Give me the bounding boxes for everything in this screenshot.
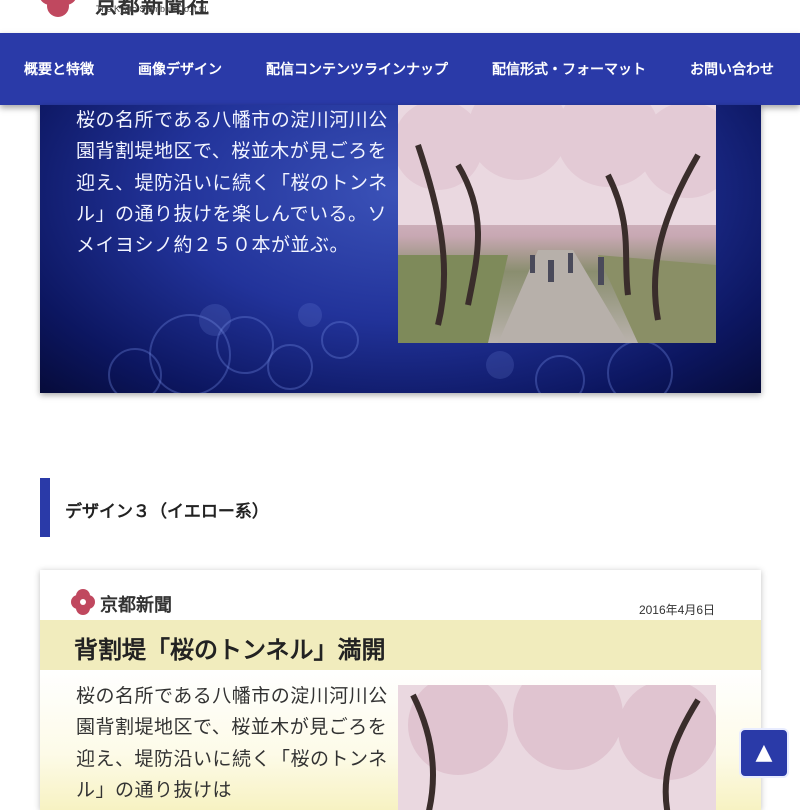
article-headline: 背割堤「桜のトンネル」満開 — [74, 636, 386, 664]
kyoto-shimbun-mark-icon — [71, 589, 95, 615]
brand-name: 京都新聞 — [100, 595, 172, 616]
back-to-top-button[interactable]: ▲ — [739, 728, 789, 778]
nav-item-image-design[interactable]: 画像デザイン — [138, 59, 222, 79]
logo-english: The Kyoto Shimbun Co.,Ltd. — [96, 4, 210, 14]
cherry-blossom-photo — [398, 685, 716, 810]
article-body-text: 桜の名所である八幡市の淀川河川公園背割堤地区で、桜並木が見ごろを迎え、堤防沿いに… — [76, 685, 388, 801]
kyoto-shimbun-logo-icon — [40, 0, 76, 17]
nav-item-format[interactable]: 配信形式・フォーマット — [492, 59, 646, 79]
site-header: 京都新聞社 The Kyoto Shimbun Co.,Ltd. — [0, 0, 800, 33]
cherry-blossom-photo — [398, 105, 716, 343]
nav-item-overview[interactable]: 概要と特徴 — [24, 59, 94, 79]
article-body-text: 桜の名所である八幡市の淀川河川公園背割堤地区で、桜並木が見ごろを迎え、堤防沿いに… — [76, 109, 388, 257]
main-nav: 概要と特徴 画像デザイン 配信コンテンツラインナップ 配信形式・フォーマット お… — [0, 33, 800, 105]
nav-item-contact[interactable]: お問い合わせ — [690, 59, 774, 79]
nav-item-content-lineup[interactable]: 配信コンテンツラインナップ — [266, 59, 448, 79]
article-date: 2016年4月6日 — [638, 603, 715, 617]
section-heading: デザイン３（イエロー系） — [65, 502, 269, 522]
design-preview-blue: 桜の名所である八幡市の淀川河川公園背割堤地区で、桜並木が見ごろを迎え、堤防沿いに… — [40, 105, 761, 393]
arrow-up-icon: ▲ — [755, 740, 773, 765]
design-preview-yellow: 京都新聞 2016年4月6日 背割堤「桜のトンネル」満開 桜の名所である八幡市の… — [40, 570, 761, 810]
section-heading-accent — [40, 478, 50, 537]
